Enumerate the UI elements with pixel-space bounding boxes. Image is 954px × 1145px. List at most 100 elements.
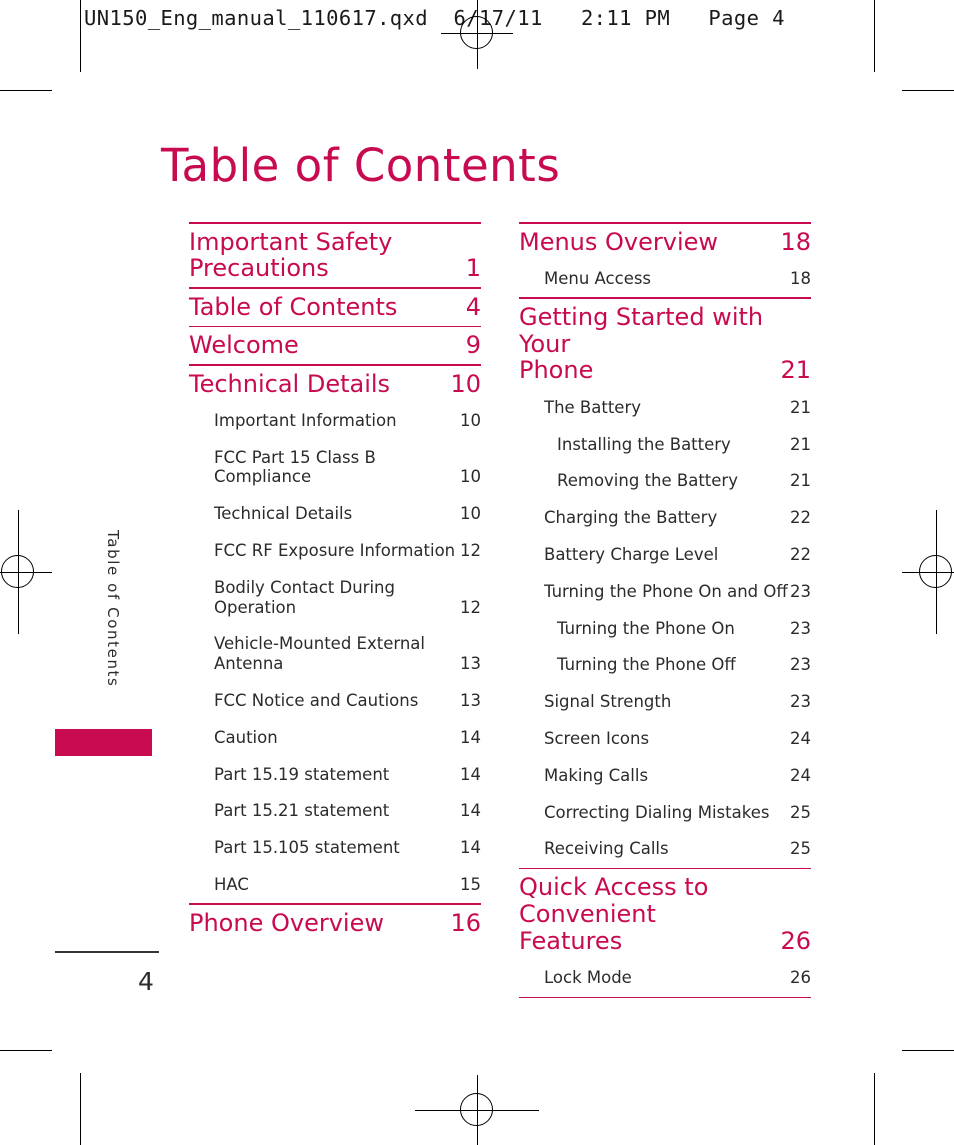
toc-entry-page: 15: [460, 875, 481, 895]
toc-sub-entry[interactable]: Turning the Phone On and Off 23: [544, 573, 811, 610]
toc-section-entry[interactable]: Technical Details 10: [189, 366, 481, 403]
toc-entry-page: 16: [450, 908, 481, 937]
toc-column-left: Important Safety Precautions 1 Table of Con…: [189, 222, 481, 942]
toc-entry-page: 22: [790, 508, 811, 528]
toc-sub-entry[interactable]: The Battery 21: [544, 389, 811, 426]
toc-entry-label: Screen Icons: [544, 728, 650, 748]
toc-entry-label: The Battery: [544, 397, 642, 417]
toc-entry-label: Important Safety: [189, 227, 393, 256]
toc-sub-entry[interactable]: Making Calls 24: [544, 757, 811, 794]
toc-sub-entry[interactable]: Installing the Battery 21: [557, 426, 811, 463]
toc-entry-page: 23: [790, 618, 811, 638]
toc-sub-entry[interactable]: Signal Strength 23: [544, 684, 811, 721]
toc-entry-page: 21: [790, 434, 811, 454]
toc-entry-page: 24: [790, 765, 811, 785]
toc-entry-page: 22: [790, 544, 811, 564]
toc-entry-label: Lock Mode: [544, 968, 632, 988]
toc-section-entry[interactable]: Menus Overview 18: [519, 224, 811, 261]
toc-sub-entry[interactable]: Turning the Phone On 23: [557, 610, 811, 647]
toc-entry-label: Making Calls: [544, 765, 649, 785]
toc-entry-page: 4: [465, 292, 481, 321]
toc-entry-page: 14: [460, 727, 481, 747]
toc-sub-entry[interactable]: Lock Mode 26: [544, 960, 811, 997]
toc-sub-entry[interactable]: Correcting Dialing Mistakes 25: [544, 794, 811, 831]
toc-entry-label: Part 15.19 statement: [214, 764, 390, 784]
toc-entry-label: FCC RF Exposure Information: [214, 541, 456, 561]
toc-entry-label: Important Information: [214, 410, 397, 430]
toc-sub-entry[interactable]: HAC 15: [214, 867, 481, 904]
toc-sub-entry[interactable]: FCC Notice and Cautions 13: [214, 683, 481, 720]
toc-entry-page: 10: [450, 369, 481, 398]
toc-entry-label: Signal Strength: [544, 692, 672, 712]
toc-entry-label-part: Antenna: [214, 654, 284, 674]
toc-sub-entry[interactable]: FCC RF Exposure Information 12: [214, 533, 481, 570]
toc-entry-label: Technical Details: [189, 369, 391, 398]
toc-section-entry[interactable]: Quick Access to Convenient Features 26: [519, 869, 811, 960]
toc-sub-entry[interactable]: Vehicle-Mounted External Antenna 13: [214, 626, 481, 683]
toc-entry-label: Menu Access: [544, 268, 652, 288]
toc-entry-label: Caution: [214, 727, 278, 747]
footer-rule: [55, 951, 159, 953]
toc-section-entry[interactable]: Phone Overview 16: [189, 905, 481, 942]
toc-entry-page: 24: [790, 728, 811, 748]
toc-sub-entry[interactable]: Turning the Phone Off 23: [557, 647, 811, 684]
toc-sub-entry[interactable]: Part 15.105 statement 14: [214, 830, 481, 867]
toc-sub-entry[interactable]: Charging the Battery 22: [544, 500, 811, 537]
toc-sub-entry[interactable]: Bodily Contact During Operation 12: [214, 569, 481, 626]
toc-sub-entry[interactable]: Receiving Calls 25: [544, 831, 811, 868]
toc-entry-label: Technical Details: [214, 504, 353, 524]
toc-entry-label-continued: Precautions 1: [189, 255, 481, 282]
toc-entry-page: 1: [465, 254, 481, 283]
side-tab-color-block: [55, 729, 152, 756]
toc-entry-page: 14: [460, 838, 481, 858]
toc-entry-label: Phone Overview: [189, 908, 384, 937]
toc-entry-label-continued: Features 26: [519, 928, 811, 955]
crop-mark-bottom-left-vertical: [80, 1073, 81, 1145]
toc-entry-label-continued: Phone 21: [519, 357, 811, 384]
toc-section-rule: [519, 996, 811, 999]
side-tab-label: Table of Contents: [104, 530, 122, 688]
toc-entry-label: Getting Started with Your: [519, 302, 764, 358]
crop-mark-top-left-horizontal: [0, 90, 52, 91]
toc-entry-label: Vehicle-Mounted External: [214, 634, 426, 654]
crop-mark-top-right-vertical: [874, 0, 875, 72]
toc-entry-label: Receiving Calls: [544, 839, 669, 859]
toc-entry-page: 23: [790, 581, 811, 601]
toc-entry-label: Battery Charge Level: [544, 544, 719, 564]
toc-sub-entry[interactable]: Screen Icons 24: [544, 720, 811, 757]
toc-entry-page: 21: [780, 356, 811, 385]
toc-sub-entry[interactable]: Battery Charge Level 22: [544, 536, 811, 573]
toc-sub-entry[interactable]: Part 15.21 statement 14: [214, 793, 481, 830]
toc-sub-entry[interactable]: Important Information 10: [214, 402, 481, 439]
toc-sub-entry[interactable]: Caution 14: [214, 719, 481, 756]
toc-entry-label: Welcome: [189, 331, 299, 360]
toc-entry-label: Bodily Contact During Operation: [214, 577, 395, 617]
page-canvas: UN150_Eng_manual_110617.qxd 6/17/11 2:11…: [0, 0, 954, 1145]
toc-entry-label: FCC Notice and Cautions: [214, 691, 419, 711]
toc-entry-label: Part 15.21 statement: [214, 801, 390, 821]
toc-section-entry[interactable]: Welcome 9: [189, 327, 481, 364]
crop-mark-top-left-vertical: [80, 0, 81, 72]
toc-section-entry[interactable]: Important Safety Precautions 1: [189, 224, 481, 288]
toc-entry-page: 10: [460, 504, 481, 524]
toc-sub-entry[interactable]: FCC Part 15 Class B Compliance 10: [214, 439, 481, 496]
toc-entry-label: Menus Overview: [519, 227, 719, 256]
toc-entry-page: 23: [790, 655, 811, 675]
toc-section-entry[interactable]: Getting Started with Your Phone 21: [519, 299, 811, 390]
toc-entry-page: 10: [460, 410, 481, 430]
toc-entry-label-part: Phone: [519, 356, 594, 385]
toc-entry-page: 10: [460, 467, 481, 487]
toc-sub-entry[interactable]: Removing the Battery 21: [557, 463, 811, 500]
toc-entry-label: Removing the Battery: [557, 471, 738, 491]
toc-entry-label: Turning the Phone On: [557, 618, 735, 638]
toc-section-entry[interactable]: Table of Contents 4: [189, 289, 481, 326]
crop-mark-bottom-left-horizontal: [0, 1050, 52, 1051]
toc-entry-label: Part 15.105 statement: [214, 838, 400, 858]
toc-entry-page: 26: [790, 968, 811, 988]
toc-entry-label: Turning the Phone On and Off: [544, 581, 788, 601]
toc-sub-entry[interactable]: Menu Access 18: [544, 260, 811, 297]
toc-entry-page: 12: [460, 541, 481, 561]
toc-sub-entry[interactable]: Part 15.19 statement 14: [214, 756, 481, 793]
toc-sub-entry[interactable]: Technical Details 10: [214, 496, 481, 533]
toc-entry-label-continued: Antenna 13: [214, 654, 481, 674]
